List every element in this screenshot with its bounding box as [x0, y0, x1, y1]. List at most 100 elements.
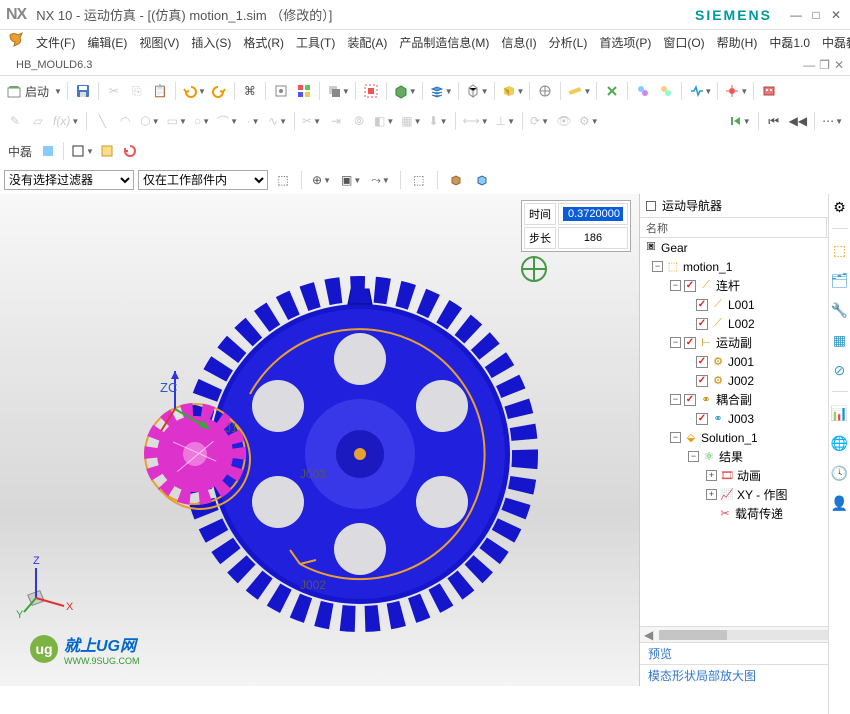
hd3d-icon[interactable]: 📊 [831, 404, 849, 422]
preview-panel-header[interactable]: 预览⌄ [640, 642, 849, 664]
menu-window[interactable]: 窗口(O) [657, 32, 710, 53]
show-all-button[interactable]: 👁 [553, 110, 575, 132]
trim-button[interactable]: ✂▼ [299, 110, 324, 132]
checkbox[interactable]: ✓ [696, 413, 708, 425]
menu-tools[interactable]: 工具(T) [290, 32, 341, 53]
tree-load-transfer[interactable]: ✂ 载荷传递 [640, 504, 849, 523]
motion-joint-button[interactable]: ▼ [722, 80, 749, 102]
menu-format[interactable]: 格式(R) [237, 32, 290, 53]
checkbox[interactable]: ✓ [696, 299, 708, 311]
tree-xy-plot[interactable]: + 📈 XY - 作图 [640, 485, 849, 504]
reset-button[interactable] [119, 140, 141, 162]
tree-solution[interactable]: − ⬙ Solution_1 活 [640, 428, 849, 447]
sketch-plane-button[interactable]: ▱ [27, 110, 49, 132]
menu-zl10[interactable]: 中磊1.0 [763, 32, 816, 53]
menu-help[interactable]: 帮助(H) [711, 32, 764, 53]
navigator-header[interactable]: 运动导航器 [640, 194, 849, 218]
doc-restore-button[interactable]: ❐ [819, 58, 830, 72]
maximize-button[interactable]: □ [808, 7, 824, 23]
tree-couplers-group[interactable]: − ✓ ⚭ 耦合副 [640, 390, 849, 409]
settings-icon[interactable]: ⚙ [831, 198, 849, 216]
checkbox[interactable]: ✓ [684, 337, 696, 349]
auto-constrain-button[interactable]: ⚙▼ [576, 110, 602, 132]
view-cube1-button[interactable] [445, 169, 467, 191]
offset-curve-button[interactable]: ⦾ [348, 110, 370, 132]
sim-assembly-button[interactable] [655, 80, 677, 102]
app-menu-icon[interactable] [8, 32, 24, 48]
solution-button[interactable]: ▼ [686, 80, 713, 102]
type-filter-select[interactable]: 没有选择过滤器 [4, 170, 134, 190]
doc-close-button[interactable]: ✕ [834, 58, 844, 72]
playback-button[interactable]: ▼ [725, 110, 754, 132]
snap-curve-button[interactable]: ⤳▼ [368, 169, 393, 191]
expand-icon[interactable]: − [670, 337, 681, 348]
profile-tool-button[interactable]: ⬡▼ [137, 110, 162, 132]
part-nav-icon[interactable]: 🗂 [831, 271, 849, 289]
more-tools-button[interactable]: ⋯▼ [819, 110, 846, 132]
tree-links-group[interactable]: − ✓ ⟋ 连杆 [640, 276, 849, 295]
doc-minimize-button[interactable]: — [803, 58, 815, 72]
menu-view[interactable]: 视图(V) [133, 32, 185, 53]
reuse-library-icon[interactable]: ⊘ [831, 361, 849, 379]
constraint-button[interactable]: ⊥▼ [493, 110, 518, 132]
highlight-button[interactable] [96, 140, 118, 162]
save-button[interactable] [72, 80, 94, 102]
assembly-nav-icon[interactable]: 🔧 [831, 301, 849, 319]
graphics-viewport[interactable]: 时间 0.3720000 步长 186 [0, 194, 640, 686]
nav-resource-icon[interactable]: ⬚ [831, 241, 849, 259]
modal-shape-panel-header[interactable]: 模态形状局部放大图⌄ [640, 664, 849, 686]
first-frame-button[interactable]: ⏮ [763, 110, 785, 132]
object-display-button[interactable] [293, 80, 315, 102]
checkbox[interactable]: ✓ [684, 280, 696, 292]
navigator-tree[interactable]: 🞖 Gear − ⬚ motion_1 − ✓ ⟋ 连杆 ✓ ⟋ L001 ✓ [640, 238, 849, 626]
sketch-button[interactable]: ✎ [4, 110, 26, 132]
tree-j001[interactable]: ✓ ⚙ J001 [640, 352, 849, 371]
roles-icon[interactable]: 👤 [831, 494, 849, 512]
expressions-button[interactable] [601, 80, 623, 102]
extend-button[interactable]: ⇥ [325, 110, 347, 132]
select-rect-button[interactable]: ⬚ [408, 169, 430, 191]
checkbox[interactable]: ✓ [684, 394, 696, 406]
menu-assemblies[interactable]: 装配(A) [341, 32, 393, 53]
tree-l002[interactable]: ✓ ⟋ L002 [640, 314, 849, 333]
formula-button[interactable]: f(x)▼ [50, 110, 82, 132]
checkbox[interactable]: ✓ [696, 375, 708, 387]
expand-icon[interactable]: − [670, 432, 681, 443]
tree-animation[interactable]: + 🎞 动画 [640, 466, 849, 485]
pattern-button[interactable]: ▦▼ [398, 110, 424, 132]
col-name[interactable]: 名称 [640, 218, 827, 237]
rectangle-tool-button[interactable]: ▭▼ [164, 110, 190, 132]
menu-insert[interactable]: 插入(S) [185, 32, 237, 53]
orient-view-button[interactable]: ▼ [463, 80, 490, 102]
touch-mode-button[interactable] [270, 80, 292, 102]
prev-frame-button[interactable]: ◀◀ [786, 110, 810, 132]
spline-tool-button[interactable]: ∿▼ [265, 110, 290, 132]
checkbox[interactable]: ✓ [696, 356, 708, 368]
close-button[interactable]: ✕ [828, 7, 844, 23]
start-button[interactable]: 启动▼ [4, 80, 63, 102]
expand-icon[interactable]: − [670, 394, 681, 405]
line-tool-button[interactable]: ╲ [91, 110, 113, 132]
wcs-button[interactable] [360, 80, 382, 102]
command-finder-button[interactable]: ⌘ [239, 80, 261, 102]
undo-button[interactable]: ▼ [180, 80, 207, 102]
redo-button[interactable] [208, 80, 230, 102]
menu-analysis[interactable]: 分析(L) [543, 32, 594, 53]
menu-preferences[interactable]: 首选项(P) [593, 32, 657, 53]
expand-icon[interactable]: + [706, 489, 717, 500]
mirror-button[interactable]: ◧▼ [371, 110, 397, 132]
menu-pmi[interactable]: 产品制造信息(M) [393, 32, 495, 53]
snap-point-button[interactable]: ⊕▼ [309, 169, 334, 191]
immediate-hide-button[interactable]: ▼ [324, 80, 351, 102]
tree-l001[interactable]: ✓ ⟋ L001 [640, 295, 849, 314]
tree-joints-group[interactable]: − ✓ ⊢ 运动副 [640, 333, 849, 352]
point-tool-button[interactable]: ·▼ [242, 110, 264, 132]
zl-tool1-button[interactable] [37, 140, 59, 162]
copy-button[interactable]: ⎘ [126, 80, 148, 102]
tree-j002[interactable]: ✓ ⚙ J002 [640, 371, 849, 390]
layer-button[interactable]: ▼ [427, 80, 454, 102]
box-style-button[interactable]: ▼ [68, 140, 95, 162]
menu-edit[interactable]: 编辑(E) [81, 32, 133, 53]
fillet-tool-button[interactable]: ⌒▼ [214, 110, 241, 132]
filter-tool1-button[interactable]: ⬚ [272, 169, 294, 191]
